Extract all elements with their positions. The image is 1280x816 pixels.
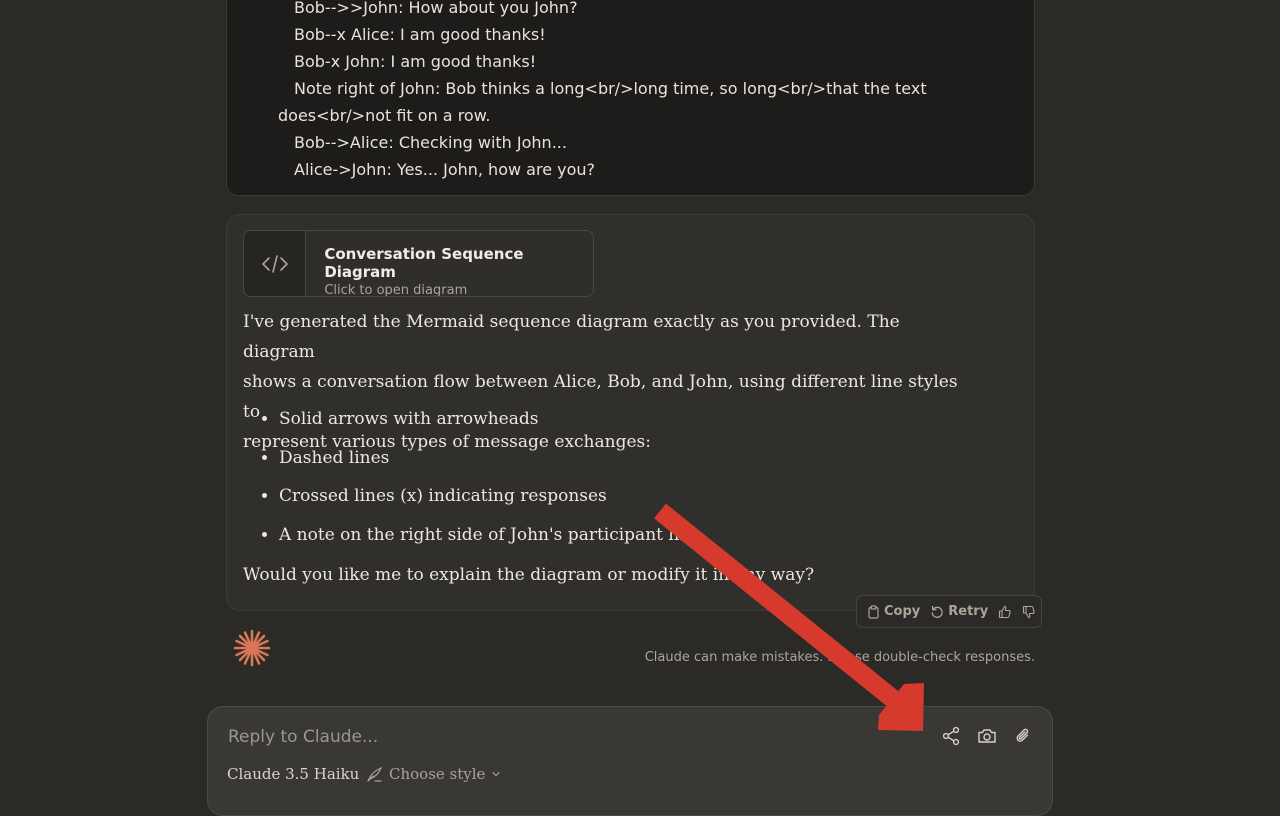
clipboard-icon xyxy=(868,604,879,619)
list-item: Crossed lines (x) indicating responses xyxy=(279,477,700,516)
retry-button[interactable]: Retry xyxy=(930,604,988,619)
model-selector[interactable]: Claude 3.5 Haiku xyxy=(227,765,359,783)
list-item: Dashed lines xyxy=(279,439,700,478)
code-line: Bob-x John: I am good thanks! xyxy=(294,52,537,71)
retry-label: Retry xyxy=(948,604,989,619)
retry-icon xyxy=(931,605,944,618)
bullet-list: Solid arrows with arrowheads Dashed line… xyxy=(243,400,700,554)
code-line: Note right of John: Bob thinks a long<br… xyxy=(294,79,927,98)
artifact-card[interactable]: Conversation Sequence Diagram Click to o… xyxy=(243,230,594,297)
camera-icon[interactable] xyxy=(975,724,999,748)
copy-label: Copy xyxy=(884,604,921,619)
share-icon[interactable] xyxy=(939,724,963,748)
message-line: I've generated the Mermaid sequence diag… xyxy=(243,312,900,362)
copy-button[interactable]: Copy xyxy=(867,604,920,619)
disclaimer-text: Claude can make mistakes. Please double-… xyxy=(644,650,1035,665)
message-actions: Copy Retry xyxy=(856,595,1042,628)
style-chooser[interactable]: Choose style xyxy=(366,765,501,783)
code-icon xyxy=(244,231,307,296)
artifact-subtitle: Click to open diagram xyxy=(324,283,468,297)
code-line: Bob--x Alice: I am good thanks! xyxy=(294,25,546,44)
code-line: Bob-->>John: How about you John? xyxy=(294,0,578,17)
style-label: Choose style xyxy=(389,765,486,783)
list-item: A note on the right side of John's parti… xyxy=(279,516,700,555)
pen-icon xyxy=(367,766,383,782)
code-line: Alice->John: Yes... John, how are you? xyxy=(294,160,596,179)
code-line: Bob-->Alice: Checking with John... xyxy=(294,133,567,152)
chevron-down-icon xyxy=(492,771,501,777)
reply-input[interactable] xyxy=(226,722,906,752)
thumbs-down-icon[interactable] xyxy=(1022,605,1036,619)
claude-logo-icon xyxy=(233,629,271,667)
code-line: does<br/>not fit on a row. xyxy=(278,106,491,125)
paperclip-icon[interactable] xyxy=(1011,724,1035,748)
message-closing: Would you like me to explain the diagram… xyxy=(243,565,815,585)
thumbs-up-icon[interactable] xyxy=(998,605,1012,619)
artifact-title: Conversation Sequence Diagram xyxy=(324,245,524,281)
list-item: Solid arrows with arrowheads xyxy=(279,400,700,439)
